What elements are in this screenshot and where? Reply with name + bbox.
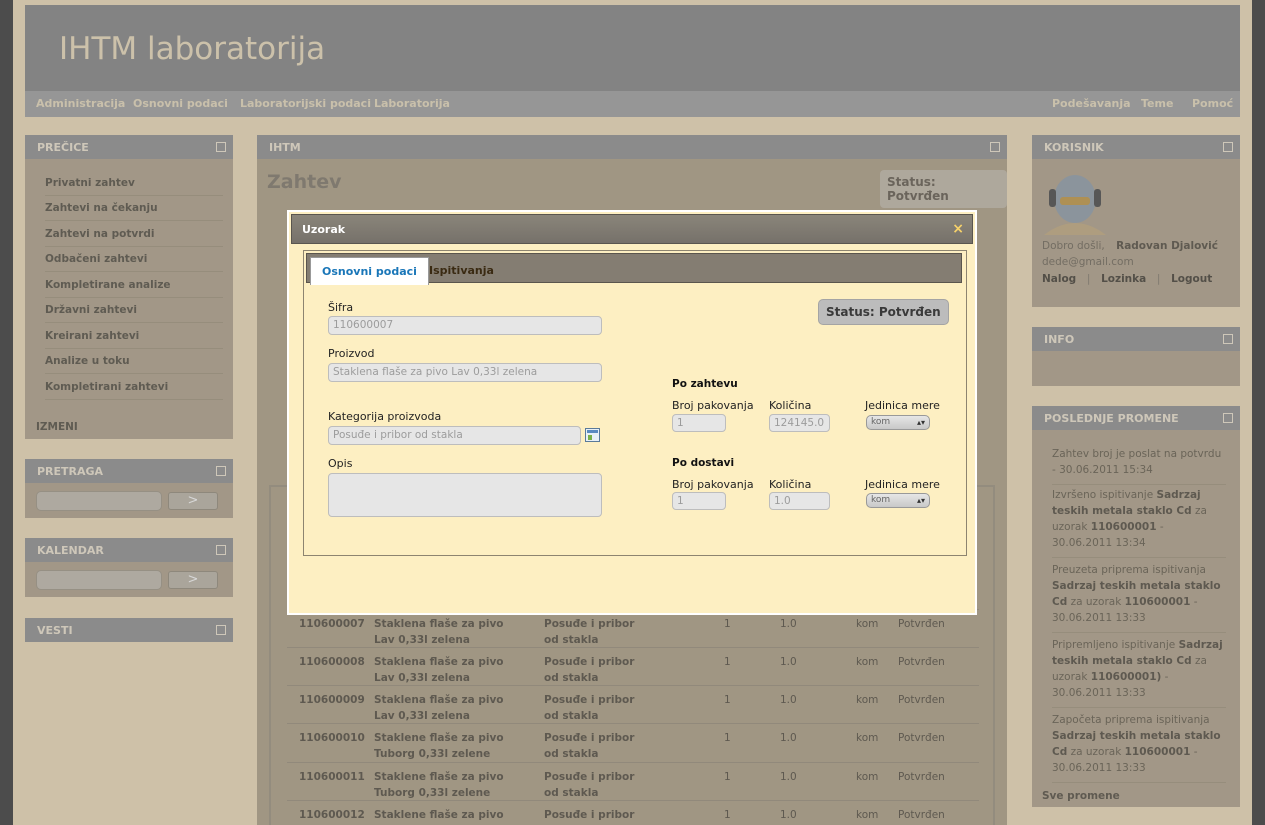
kategorija-label: Kategorija proizvoda [328, 410, 442, 423]
proizvod-field[interactable]: Staklena flaše za pivo Lav 0,33l zelena [328, 363, 602, 382]
d-qty-field[interactable]: 1.0 [769, 492, 830, 510]
d-pack-field[interactable]: 1 [672, 492, 726, 510]
sifra-label: Šifra [328, 301, 354, 314]
col-unit-label: Jedinica mere [865, 478, 940, 491]
tab-bar: Osnovni podaci Ispitivanja [306, 253, 962, 285]
sifra-field[interactable]: 110600007 [328, 316, 602, 335]
sample-dialog: Uzorak × Osnovni podaci Ispitivanja Šifr… [287, 210, 977, 615]
z-pack-field[interactable]: 1 [672, 414, 726, 432]
opis-label: Opis [328, 457, 353, 470]
col-pack-label: Broj pakovanja [672, 399, 754, 412]
tab-ispitivanja[interactable]: Ispitivanja [418, 257, 505, 285]
d-unit-select[interactable]: kom ▴▾ [866, 493, 930, 508]
z-unit-value: kom [871, 417, 891, 427]
z-unit-select[interactable]: kom ▴▾ [866, 415, 930, 430]
po-dostavi-heading: Po dostavi [672, 457, 735, 469]
dialog-header: Uzorak × [291, 214, 973, 244]
page: IHTM laboratorija Administracija Osnovni… [13, 0, 1252, 825]
col-qty-label: Količina [769, 478, 812, 491]
dialog-status-badge: Status: Potvrđen [818, 299, 949, 325]
col-qty-label: Količina [769, 399, 812, 412]
select-arrow-icon: ▴▾ [916, 496, 925, 505]
po-zahtevu-heading: Po zahtevu [672, 378, 738, 390]
kategorija-field[interactable]: Posuđe i pribor od stakla [328, 426, 581, 445]
dialog-tabs: Osnovni podaci Ispitivanja Šifra 1106000… [303, 250, 967, 556]
select-arrow-icon: ▴▾ [916, 418, 925, 427]
category-picker-icon[interactable] [585, 428, 600, 442]
tab-osnovni-podaci[interactable]: Osnovni podaci [310, 257, 429, 285]
close-icon[interactable]: × [952, 221, 964, 237]
dialog-title: Uzorak [302, 223, 346, 236]
opis-field[interactable] [328, 473, 602, 517]
col-unit-label: Jedinica mere [865, 399, 940, 412]
col-pack-label: Broj pakovanja [672, 478, 754, 491]
d-unit-value: kom [871, 495, 891, 505]
z-qty-field[interactable]: 124145.0 [769, 414, 830, 432]
proizvod-label: Proizvod [328, 347, 375, 360]
